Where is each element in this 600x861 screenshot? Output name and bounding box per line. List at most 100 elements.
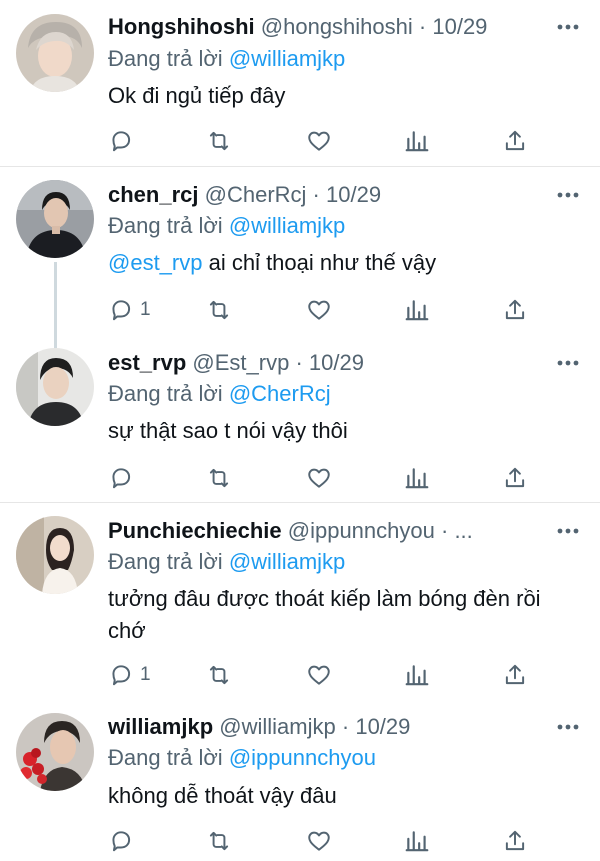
tweet-body: sự thật sao t nói vậy thôi [108,418,348,443]
like-button[interactable] [306,295,332,325]
replying-to-label: Đang trả lời [108,745,223,770]
display-name[interactable]: williamjkp [108,714,213,739]
display-name[interactable]: Hongshihoshi [108,14,255,39]
share-button[interactable] [502,826,528,856]
more-icon [557,192,579,198]
replying-to-label: Đang trả lời [108,46,223,71]
analytics-icon [405,831,429,852]
tweet-date[interactable]: 10/29 [355,714,410,739]
retweet-icon [209,831,229,851]
more-icon [557,528,579,534]
share-icon [505,130,525,151]
tweet-date[interactable]: ... [454,518,472,543]
tweet-4[interactable]: Punchiechiechie @ippunnchyou · ... Đang … [0,503,600,699]
user-handle[interactable]: @ippunnchyou [288,518,435,543]
more-button[interactable] [556,516,580,546]
user-handle[interactable]: @hongshihoshi [261,14,413,39]
replying-to-mention[interactable]: @williamjkp [229,213,345,238]
body-mention[interactable]: @est_rvp [108,250,202,275]
reply-button[interactable]: 1 [108,295,151,325]
like-button[interactable] [306,126,332,156]
tweet-actions [108,826,528,856]
views-button[interactable] [404,295,430,325]
reply-count: 1 [140,299,151,320]
views-button[interactable] [404,463,430,493]
avatar[interactable] [16,14,94,92]
tweet-text: @est_rvp ai chỉ thoại như thế vậy [108,247,580,279]
replying-to-label: Đang trả lời [108,381,223,406]
tweet-date[interactable]: 10/29 [309,350,364,375]
user-handle[interactable]: @williamjkp [219,714,335,739]
tweet-2[interactable]: chen_rcj @CherRcj · 10/29 Đang trả lời @… [0,167,600,335]
separator-dot: · [312,182,320,207]
retweet-icon [209,131,229,151]
display-name[interactable]: chen_rcj [108,182,199,207]
heart-icon [308,468,330,488]
replying-to: Đang trả lời @williamjkp [108,44,584,74]
reply-icon [112,300,131,321]
avatar[interactable] [16,180,94,258]
separator-dot: · [440,518,449,543]
tweet-1[interactable]: Hongshihoshi @hongshihoshi · 10/29 Đang … [0,0,600,166]
analytics-icon [405,131,429,152]
replying-to: Đang trả lời @williamjkp [108,211,584,241]
heart-icon [308,665,330,685]
retweet-button[interactable] [206,295,232,325]
analytics-icon [405,665,429,686]
replying-to-label: Đang trả lời [108,213,223,238]
user-handle[interactable]: @CherRcj [205,182,307,207]
share-button[interactable] [502,660,528,690]
tweet-date[interactable]: 10/29 [432,14,487,39]
replying-to: Đang trả lời @CherRcj [108,379,584,409]
more-icon [557,360,579,366]
like-button[interactable] [306,463,332,493]
tweet-5[interactable]: williamjkp @williamjkp · 10/29 Đang trả … [0,700,600,861]
replying-to-mention[interactable]: @williamjkp [229,46,345,71]
analytics-icon [405,300,429,321]
display-name[interactable]: Punchiechiechie [108,518,282,543]
replying-to-mention[interactable]: @CherRcj [229,381,331,406]
views-button[interactable] [404,660,430,690]
like-button[interactable] [306,660,332,690]
retweet-icon [209,468,229,488]
tweet-3[interactable]: est_rvp @Est_rvp · 10/29 Đang trả lời @C… [0,335,600,501]
more-button[interactable] [556,180,580,210]
share-button[interactable] [502,295,528,325]
retweet-button[interactable] [206,126,232,156]
more-icon [557,24,579,30]
tweet-header: chen_rcj @CherRcj · 10/29 [108,180,584,210]
share-icon [505,830,525,851]
tweet-body: tưởng đâu được thoát kiếp làm bóng đèn r… [108,586,541,643]
tweet-header: Punchiechiechie @ippunnchyou · ... [108,516,584,546]
views-button[interactable] [404,126,430,156]
display-name[interactable]: est_rvp [108,350,186,375]
avatar[interactable] [16,348,94,426]
tweet-header: Hongshihoshi @hongshihoshi · 10/29 [108,12,584,42]
more-button[interactable] [556,348,580,378]
share-button[interactable] [502,463,528,493]
views-button[interactable] [404,826,430,856]
reply-button[interactable]: 1 [108,660,151,690]
avatar[interactable] [16,516,94,594]
tweet-body: không dễ thoát vậy đâu [108,783,337,808]
more-button[interactable] [556,712,580,742]
reply-button[interactable] [108,826,140,856]
reply-button[interactable] [108,463,140,493]
reply-button[interactable] [108,126,140,156]
replying-to-mention[interactable]: @williamjkp [229,549,345,574]
tweet-actions [108,126,528,156]
heart-icon [308,131,330,151]
tweet-header: est_rvp @Est_rvp · 10/29 [108,348,584,378]
retweet-button[interactable] [206,826,232,856]
retweet-button[interactable] [206,660,232,690]
avatar[interactable] [16,713,94,791]
more-button[interactable] [556,12,580,42]
retweet-icon [209,665,229,685]
replying-to-mention[interactable]: @ippunnchyou [229,745,376,770]
share-button[interactable] [502,126,528,156]
retweet-button[interactable] [206,463,232,493]
tweet-date[interactable]: 10/29 [326,182,381,207]
reply-icon [112,665,131,686]
user-handle[interactable]: @Est_rvp [192,350,289,375]
like-button[interactable] [306,826,332,856]
